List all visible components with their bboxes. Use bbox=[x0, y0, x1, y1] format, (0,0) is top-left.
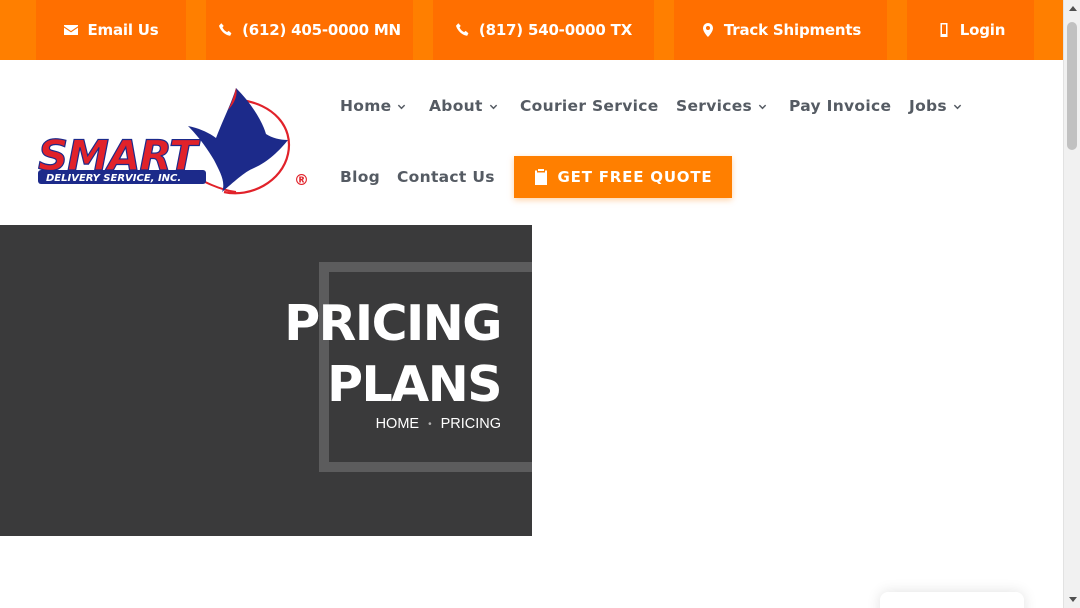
scrollbar-thumb[interactable] bbox=[1067, 22, 1077, 150]
email-us-link[interactable]: Email Us bbox=[36, 0, 186, 60]
get-free-quote-label: GET FREE QUOTE bbox=[557, 168, 713, 186]
breadcrumb-home-link[interactable]: HOME bbox=[376, 416, 420, 432]
nav-courier-service[interactable]: Courier Service bbox=[520, 97, 659, 115]
phone-mn-label: (612) 405-0000 MN bbox=[242, 21, 401, 39]
phone-icon bbox=[455, 23, 469, 36]
nav-home-label: Home bbox=[340, 97, 392, 115]
site-header: SMART DELIVERY SERVICE, INC. ® Home Abou… bbox=[0, 60, 1063, 225]
phone-tx-link[interactable]: (817) 540-0000 TX bbox=[433, 0, 654, 60]
phone-icon bbox=[219, 23, 232, 36]
phone-mn-link[interactable]: (612) 405-0000 MN bbox=[206, 0, 413, 60]
page-title-line-2: PLANS bbox=[327, 356, 502, 413]
track-shipments-link[interactable]: Track Shipments bbox=[674, 0, 887, 60]
breadcrumb-separator: • bbox=[428, 418, 432, 430]
login-link[interactable]: Login bbox=[907, 0, 1034, 60]
floating-chat-widget[interactable] bbox=[880, 592, 1024, 608]
nav-pay-invoice-label: Pay Invoice bbox=[789, 97, 892, 115]
nav-services-label: Services bbox=[676, 97, 753, 115]
page-hero: PRICING PLANS HOME • PRICING bbox=[0, 225, 532, 536]
get-free-quote-button[interactable]: GET FREE QUOTE bbox=[514, 156, 732, 198]
logo-tagline-text: DELIVERY SERVICE, INC. bbox=[46, 173, 181, 184]
nav-jobs[interactable]: Jobs bbox=[909, 97, 962, 115]
scroll-up-arrow-icon[interactable] bbox=[1064, 0, 1080, 17]
clipboard-icon bbox=[534, 169, 547, 185]
nav-services[interactable]: Services bbox=[676, 97, 767, 115]
login-label: Login bbox=[959, 21, 1006, 39]
nav-about[interactable]: About bbox=[429, 97, 498, 115]
top-contact-bar: Email Us (612) 405-0000 MN (817) 540-000… bbox=[0, 0, 1063, 60]
logo-registered-mark: ® bbox=[294, 171, 309, 189]
nav-courier-label: Courier Service bbox=[520, 97, 659, 115]
phone-tx-label: (817) 540-0000 TX bbox=[478, 21, 633, 39]
chevron-down-icon bbox=[953, 104, 962, 109]
nav-pay-invoice[interactable]: Pay Invoice bbox=[789, 97, 891, 115]
mobile-icon bbox=[940, 23, 948, 37]
breadcrumb: HOME • PRICING bbox=[376, 416, 501, 432]
scroll-down-arrow-icon[interactable] bbox=[1064, 591, 1080, 608]
chevron-down-icon bbox=[489, 104, 497, 109]
page-title: PRICING PLANS bbox=[284, 293, 502, 415]
envelope-icon bbox=[64, 25, 79, 35]
chevron-down-icon bbox=[398, 104, 406, 109]
breadcrumb-current: PRICING bbox=[440, 416, 501, 432]
nav-blog[interactable]: Blog bbox=[340, 168, 380, 186]
track-shipments-label: Track Shipments bbox=[723, 21, 862, 39]
page-title-line-1: PRICING bbox=[284, 295, 502, 352]
nav-jobs-label: Jobs bbox=[909, 97, 947, 115]
chevron-down-icon bbox=[758, 104, 767, 109]
nav-about-label: About bbox=[429, 97, 483, 115]
nav-contact-us[interactable]: Contact Us bbox=[397, 168, 495, 186]
nav-blog-label: Blog bbox=[340, 168, 381, 186]
email-us-label: Email Us bbox=[87, 21, 159, 39]
smart-delivery-logo[interactable]: SMART DELIVERY SERVICE, INC. ® bbox=[36, 86, 316, 201]
nav-contact-label: Contact Us bbox=[397, 168, 495, 186]
map-pin-icon bbox=[702, 23, 713, 37]
nav-home[interactable]: Home bbox=[340, 97, 406, 115]
page-scrollbar[interactable] bbox=[1063, 0, 1080, 608]
